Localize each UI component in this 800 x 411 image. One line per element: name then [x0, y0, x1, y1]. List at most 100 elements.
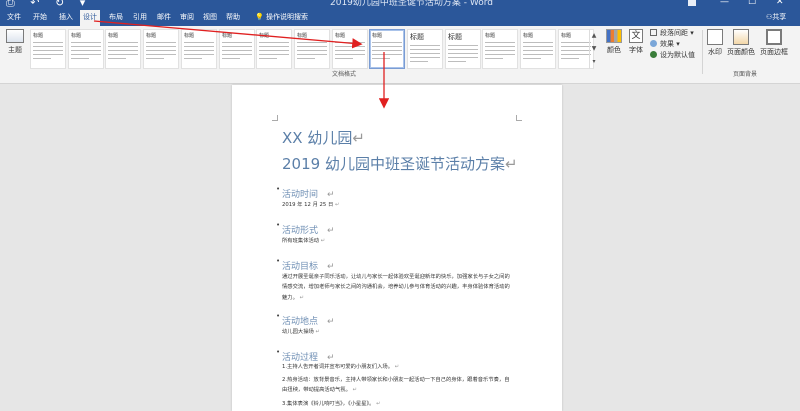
- style-set-line: [561, 58, 579, 59]
- style-set-title: 标题: [71, 33, 82, 39]
- doc-title-2[interactable]: 2019 幼儿园中班圣诞节活动方案↵: [282, 153, 518, 174]
- style-set-thumb[interactable]: 标题: [520, 29, 556, 69]
- tab-review[interactable]: 审阅: [177, 11, 197, 23]
- style-set-line: [184, 50, 214, 51]
- style-set-line: [259, 46, 289, 47]
- section-body[interactable]: 所有班集体活动 ↵: [282, 236, 514, 246]
- style-set-line: [33, 54, 63, 55]
- style-set-thumb[interactable]: 标题: [256, 29, 292, 69]
- style-set-thumb[interactable]: 标题: [143, 29, 179, 69]
- tab-file[interactable]: 文件: [4, 11, 24, 23]
- style-set-line: [184, 46, 214, 47]
- tab-references[interactable]: 引用: [130, 11, 150, 23]
- fonts-icon: 文: [629, 29, 643, 43]
- style-set-line: [71, 54, 101, 55]
- tab-help[interactable]: 帮助: [223, 11, 243, 23]
- tab-layout[interactable]: 布局: [106, 11, 126, 23]
- style-set-line: [33, 42, 63, 43]
- style-set-thumb[interactable]: 标题: [30, 29, 66, 69]
- page-borders-button[interactable]: 页面边框: [758, 29, 790, 57]
- maximize-button[interactable]: ☐: [748, 0, 756, 7]
- style-set-line: [71, 46, 101, 47]
- style-set-line: [561, 54, 591, 55]
- style-set-thumb[interactable]: 标题: [407, 29, 443, 69]
- style-set-thumb[interactable]: 标题: [482, 29, 518, 69]
- fonts-label: 字体: [629, 46, 643, 54]
- style-set-thumb[interactable]: 标题: [332, 29, 368, 69]
- watermark-button[interactable]: 水印: [706, 29, 724, 57]
- watermark-label: 水印: [708, 48, 722, 56]
- effects-icon: [650, 40, 657, 47]
- style-set-thumb[interactable]: 标题: [181, 29, 217, 69]
- minimize-button[interactable]: —: [720, 0, 729, 7]
- style-set-line: [448, 49, 478, 50]
- tab-mailings[interactable]: 邮件: [154, 11, 174, 23]
- style-set-line: [33, 50, 63, 51]
- style-set-line: [523, 46, 553, 47]
- tab-view[interactable]: 视图: [200, 11, 220, 23]
- gallery-down-icon[interactable]: ▼: [590, 42, 598, 55]
- window-title: 2019幼儿园中班圣诞节活动方案 - Word: [330, 0, 494, 8]
- style-set-line: [222, 42, 252, 43]
- section-body[interactable]: 幼儿园大操场 ↵: [282, 327, 514, 337]
- section-heading[interactable]: 活动形式 ↵: [276, 221, 335, 236]
- gallery-scroll[interactable]: ▲ ▼ ▾: [589, 29, 598, 69]
- style-set-line: [222, 54, 252, 55]
- section-body[interactable]: 通过开展圣诞亲子同乐活动，让幼儿与家长一起体验欢圣诞迎新年的快乐，加强家长与子女…: [282, 272, 514, 303]
- style-set-line: [335, 54, 365, 55]
- style-set-line: [71, 58, 89, 59]
- share-button[interactable]: ⚇共享: [766, 11, 786, 23]
- section-heading[interactable]: 活动地点 ↵: [276, 312, 335, 327]
- share-label: 共享: [772, 13, 787, 21]
- style-set-thumb[interactable]: 标题: [369, 29, 405, 69]
- colors-button[interactable]: 颜色: [604, 29, 624, 55]
- style-set-line: [410, 61, 428, 62]
- document-workspace[interactable]: XX 幼儿园↵ 2019 幼儿园中班圣诞节活动方案↵ 活动时间 ↵ 2019 年…: [0, 85, 800, 411]
- style-set-line: [372, 54, 402, 55]
- avatar[interactable]: [688, 0, 696, 6]
- gallery-up-icon[interactable]: ▲: [590, 29, 598, 42]
- quick-access-toolbar[interactable]: ⎙ ↶ ↻ ▾: [6, 0, 91, 8]
- style-set-line: [485, 50, 515, 51]
- document-page[interactable]: XX 幼儿园↵ 2019 幼儿园中班圣诞节活动方案↵ 活动时间 ↵ 2019 年…: [232, 85, 562, 411]
- tab-design[interactable]: 设计: [80, 10, 100, 26]
- close-button[interactable]: ✕: [776, 0, 784, 7]
- process-item[interactable]: 1.主持人告开者词并宣布可爱的小朋友们入场。 ↵: [282, 362, 514, 372]
- process-item[interactable]: 3.集体表演《铃儿响叮当》，《小星星》。 ↵: [282, 399, 514, 409]
- gallery-more-icon[interactable]: ▾: [590, 55, 598, 68]
- section-heading[interactable]: 活动目标 ↵: [276, 257, 335, 272]
- section-heading[interactable]: 活动时间 ↵: [276, 185, 335, 200]
- colors-icon: [606, 29, 622, 43]
- style-set-line: [448, 61, 466, 62]
- fonts-button[interactable]: 文 字体: [626, 29, 646, 55]
- style-set-thumb[interactable]: 标题: [68, 29, 104, 69]
- paragraph-spacing-button[interactable]: 段落间距 ▾: [650, 28, 695, 39]
- doc-title-1[interactable]: XX 幼儿园↵: [282, 127, 365, 148]
- style-set-thumb[interactable]: 标题: [219, 29, 255, 69]
- style-set-thumb[interactable]: 标题: [445, 29, 481, 69]
- style-set-line: [410, 57, 440, 58]
- section-body[interactable]: 2019 年 12 月 25 日 ↵: [282, 200, 514, 210]
- tab-insert[interactable]: 插入: [56, 11, 76, 23]
- style-set-thumb[interactable]: 标题: [294, 29, 330, 69]
- tab-home[interactable]: 开始: [30, 11, 50, 23]
- set-default-label: 设为默认值: [660, 51, 695, 59]
- group-divider: [702, 30, 703, 74]
- style-set-line: [222, 58, 240, 59]
- effects-label: 效果: [660, 40, 674, 48]
- style-set-title: 标题: [33, 33, 44, 39]
- process-item[interactable]: 2.热身活动：放背景音乐，主持人带领家长和小朋友一起活动一下自己的身体，跟着音乐…: [282, 375, 514, 396]
- page-color-button[interactable]: 页面颜色: [726, 29, 756, 57]
- style-set-line: [146, 46, 176, 47]
- style-set-line: [372, 50, 402, 51]
- themes-button[interactable]: 主题: [3, 29, 27, 69]
- tell-me-search[interactable]: 💡 操作说明搜索: [255, 11, 308, 23]
- effects-button[interactable]: 效果 ▾: [650, 39, 695, 50]
- style-set-line: [184, 42, 214, 43]
- style-set-line: [410, 53, 440, 54]
- page-color-icon: [733, 29, 749, 45]
- style-set-line: [448, 53, 478, 54]
- set-default-button[interactable]: 设为默认值: [650, 50, 695, 61]
- style-set-thumb[interactable]: 标题: [105, 29, 141, 69]
- style-set-title: 标题: [335, 33, 346, 39]
